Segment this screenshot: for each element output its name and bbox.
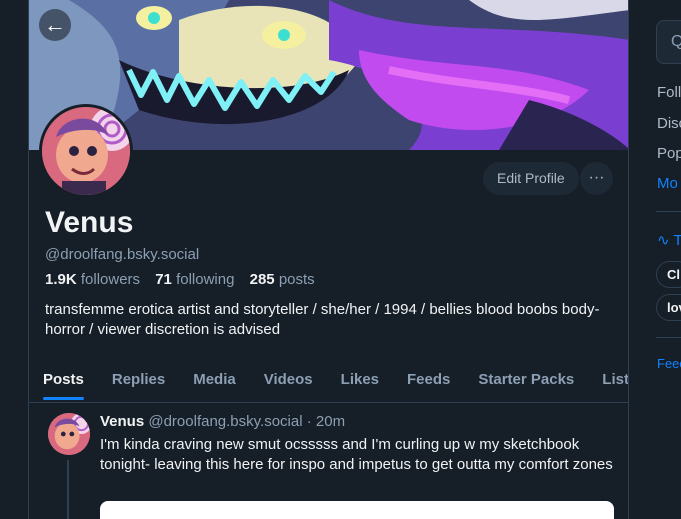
profile-tabs: Posts Replies Media Videos Likes Feeds S…: [29, 363, 628, 403]
tab-media[interactable]: Media: [179, 363, 250, 402]
post-author-name[interactable]: Venus: [100, 413, 144, 430]
following-count: 71: [155, 271, 172, 288]
post-header: Venus @droolfang.bsky.social · 20m: [100, 413, 345, 430]
sidebar-link-following[interactable]: Foll: [657, 84, 681, 101]
posts-count: 285: [249, 271, 275, 288]
tab-posts[interactable]: Posts: [29, 363, 98, 402]
tab-feeds[interactable]: Feeds: [393, 363, 464, 402]
sidebar-footer-link[interactable]: Feed: [657, 356, 681, 371]
trending-icon: ∿: [657, 232, 670, 249]
trending-header: ∿ T: [657, 231, 681, 249]
profile-avatar[interactable]: [39, 104, 133, 198]
posts-label: posts: [278, 271, 315, 288]
followers-count: 1.9K: [45, 271, 77, 288]
trending-label: T: [673, 232, 681, 249]
tab-starter-packs[interactable]: Starter Packs: [464, 363, 588, 402]
trending-pill[interactable]: Cl: [656, 261, 681, 288]
post-item[interactable]: Venus @droolfang.bsky.social · 20m I'm k…: [29, 404, 628, 519]
tab-replies[interactable]: Replies: [98, 363, 179, 402]
arrow-left-icon: ←: [44, 12, 66, 37]
back-button[interactable]: ←: [39, 9, 71, 41]
avatar-image: [42, 107, 130, 195]
profile-stats: 1.9K followers 71 following 285 posts: [45, 271, 315, 288]
followers-link[interactable]: 1.9K followers: [45, 271, 140, 288]
sidebar-link-more[interactable]: Mo: [657, 175, 678, 192]
sidebar-link-discover[interactable]: Disc: [657, 115, 681, 132]
post-timestamp[interactable]: 20m: [316, 413, 345, 430]
display-name: Venus: [45, 206, 134, 239]
sidebar-divider: [656, 211, 681, 212]
profile-handle: @droolfang.bsky.social: [45, 246, 200, 263]
post-author-handle[interactable]: @droolfang.bsky.social: [148, 413, 302, 430]
tab-videos[interactable]: Videos: [250, 363, 327, 402]
followers-label: followers: [80, 271, 141, 288]
profile-column: ← Edit Profile ··· Venus @droolfang.bsky…: [28, 0, 629, 519]
post-text: I'm kinda craving new smut ocsssss and I…: [100, 436, 613, 473]
tab-lists[interactable]: Lists: [588, 363, 628, 402]
following-link[interactable]: 71 following: [155, 271, 234, 288]
posts-stat: 285 posts: [250, 271, 315, 288]
post-author-avatar[interactable]: [48, 413, 90, 455]
trending-pill[interactable]: lov: [656, 294, 681, 321]
search-input[interactable]: Q: [656, 20, 681, 64]
post-avatar-image: [48, 413, 90, 455]
tab-likes[interactable]: Likes: [327, 363, 393, 402]
post-embed-card[interactable]: [100, 501, 614, 519]
sidebar-link-popular[interactable]: Pop: [657, 145, 681, 162]
right-sidebar: Q Foll Disc Pop Mo ∿ T Cl lov Feed: [629, 0, 681, 519]
following-label: following: [176, 271, 235, 288]
sidebar-divider: [656, 337, 681, 338]
edit-profile-button[interactable]: Edit Profile: [483, 162, 579, 195]
thread-line: [67, 460, 69, 519]
more-options-button[interactable]: ···: [580, 162, 613, 195]
ellipsis-icon: ···: [588, 169, 605, 186]
post-separator: ·: [306, 413, 312, 430]
profile-bio: transfemme erotica artist and storytelle…: [45, 301, 600, 338]
search-icon: Q: [671, 33, 681, 50]
